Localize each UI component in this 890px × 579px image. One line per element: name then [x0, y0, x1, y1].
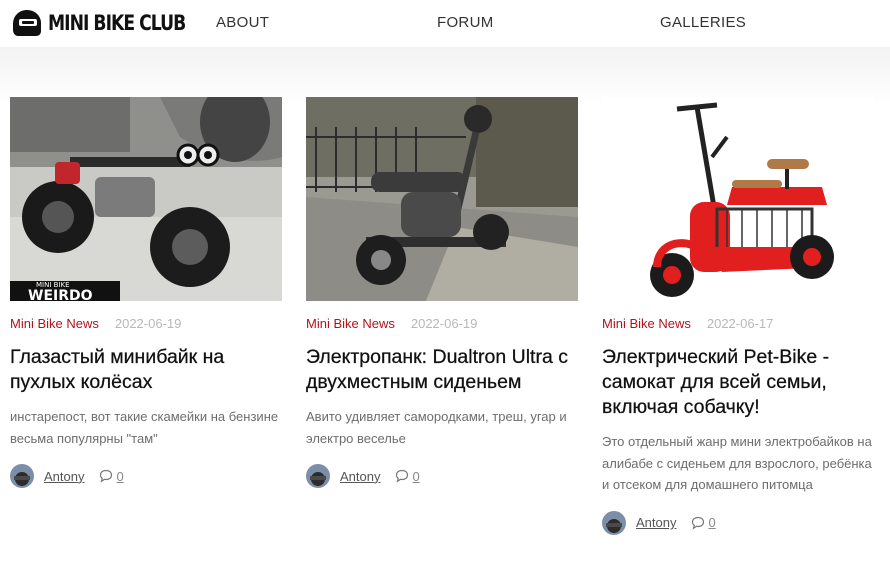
- post-thumbnail[interactable]: MINI BIKE WEIRDO: [10, 97, 282, 301]
- comment-icon: [100, 469, 113, 483]
- author-link[interactable]: Antony: [44, 469, 84, 484]
- nav-about[interactable]: ABOUT: [216, 14, 269, 31]
- post-thumbnail[interactable]: [602, 97, 874, 301]
- post-meta: Mini Bike News 2022-06-19: [10, 316, 282, 331]
- avatar[interactable]: [306, 464, 330, 488]
- post-card: Mini Bike News 2022-06-17 Электрический …: [602, 97, 874, 535]
- post-date: 2022-06-19: [410, 316, 478, 331]
- comment-count[interactable]: 0: [708, 515, 715, 530]
- comment-count[interactable]: 0: [412, 469, 419, 484]
- pet-bike-photo: [602, 97, 874, 301]
- post-title[interactable]: Глазастый минибайк на пухлых колёсах: [10, 345, 282, 395]
- post-date: 2022-06-19: [114, 316, 182, 331]
- site-logo[interactable]: MINI BIKE CLUB: [10, 9, 215, 37]
- post-thumbnail[interactable]: [306, 97, 578, 301]
- avatar[interactable]: [602, 510, 626, 535]
- post-category[interactable]: Mini Bike News: [602, 316, 691, 331]
- comment-icon: [692, 516, 705, 530]
- author-link[interactable]: Antony: [340, 469, 380, 484]
- post-meta: Mini Bike News 2022-06-19: [306, 316, 578, 331]
- minibike-photo: MINI BIKE WEIRDO: [10, 97, 282, 301]
- post-author-row: Antony 0: [602, 510, 874, 535]
- post-excerpt: инстарепост, вот такие скамейки на бензи…: [10, 409, 279, 446]
- post-card: Mini Bike News 2022-06-19 Электропанк: D…: [306, 97, 578, 488]
- author-link[interactable]: Antony: [636, 515, 676, 530]
- image-caption: WEIRDO: [28, 288, 93, 301]
- post-title[interactable]: Электропанк: Dualtron Ultra с двухместны…: [306, 345, 578, 395]
- comment-count[interactable]: 0: [116, 469, 123, 484]
- top-navigation: MINI BIKE CLUB ABOUT FORUM GALLERIES: [0, 0, 890, 47]
- post-card: MINI BIKE WEIRDO Mini Bike News 2022-06-…: [10, 97, 282, 488]
- nav-forum[interactable]: FORUM: [437, 14, 494, 31]
- helmet-logo-icon: [13, 10, 41, 36]
- post-meta: Mini Bike News 2022-06-17: [602, 316, 874, 331]
- post-excerpt: Авито удивляет самородками, треш, угар и…: [306, 409, 567, 446]
- post-excerpt: Это отдельный жанр мини электробайков на…: [602, 434, 872, 492]
- scooter-photo: [306, 97, 578, 301]
- comment-icon: [396, 469, 409, 483]
- nav-galleries[interactable]: GALLERIES: [660, 14, 746, 31]
- post-date: 2022-06-17: [706, 316, 774, 331]
- post-author-row: Antony 0: [10, 464, 282, 488]
- post-category[interactable]: Mini Bike News: [306, 316, 395, 331]
- avatar[interactable]: [10, 464, 34, 488]
- post-author-row: Antony 0: [306, 464, 578, 488]
- post-category[interactable]: Mini Bike News: [10, 316, 99, 331]
- post-title[interactable]: Электрический Pet-Bike - самокат для все…: [602, 345, 874, 420]
- site-name: MINI BIKE CLUB: [48, 11, 186, 35]
